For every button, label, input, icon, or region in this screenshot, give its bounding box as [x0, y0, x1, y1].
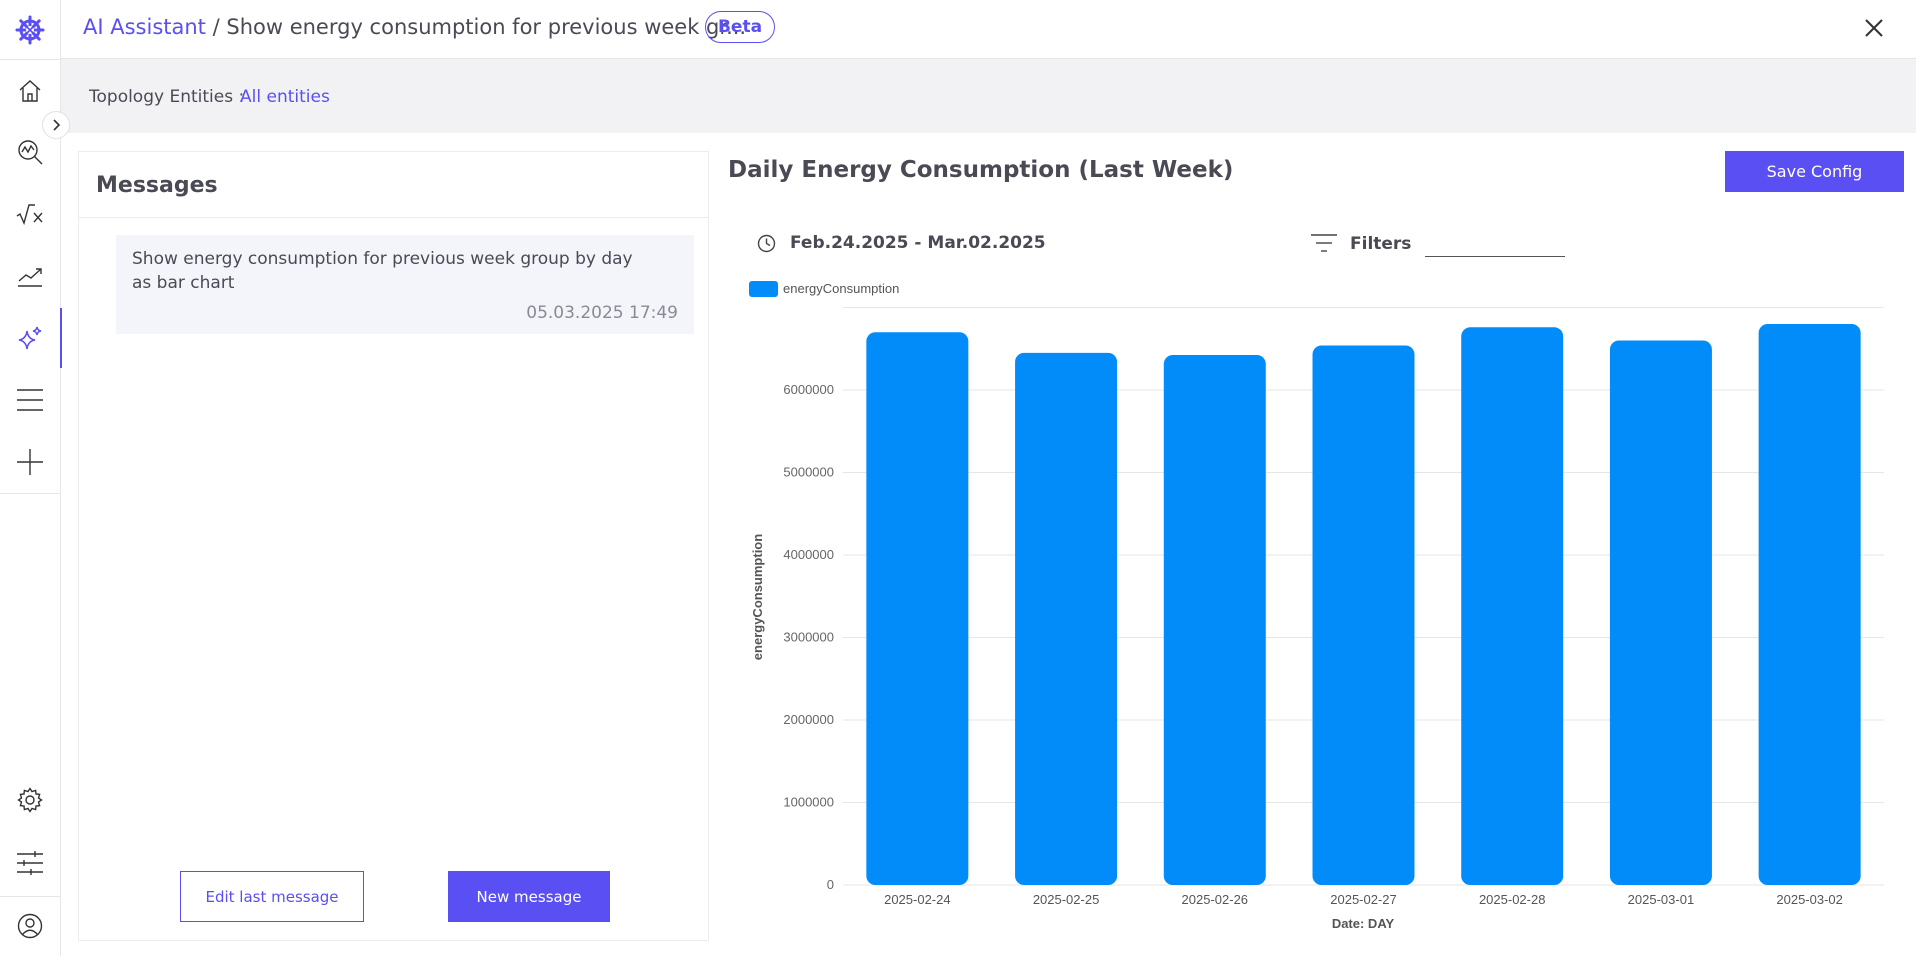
expand-sidebar-button[interactable]: [42, 111, 70, 139]
y-tick-label: 3000000: [783, 630, 834, 645]
x-tick-label: 2025-03-02: [1776, 892, 1843, 907]
bar: [1758, 324, 1861, 885]
legend-label: energyConsumption: [783, 281, 899, 296]
y-tick-label: 0: [827, 877, 834, 892]
x-tick-label: 2025-02-25: [1033, 892, 1100, 907]
chevron-right-icon: [53, 119, 61, 131]
bar: [1312, 345, 1415, 885]
bar: [866, 332, 969, 885]
y-tick-label: 5000000: [783, 465, 834, 480]
x-tick-label: 2025-03-01: [1628, 892, 1695, 907]
y-tick-label: 4000000: [783, 547, 834, 562]
bar: [1015, 352, 1118, 885]
bar: [1461, 327, 1564, 885]
y-tick-label: 2000000: [783, 712, 834, 727]
legend-swatch: [749, 281, 778, 297]
bar: [1163, 354, 1266, 885]
x-tick-label: 2025-02-24: [884, 892, 951, 907]
x-tick-label: 2025-02-27: [1330, 892, 1397, 907]
y-tick-label: 1000000: [783, 795, 834, 810]
y-tick-label: 6000000: [783, 382, 834, 397]
x-tick-label: 2025-02-28: [1479, 892, 1546, 907]
bar: [1609, 340, 1712, 885]
x-axis-title: Date: DAY: [1332, 916, 1395, 931]
bar-chart: 0 1000000 2000000 3000000 4000000 5000000 6000…: [749, 281, 1884, 931]
x-tick-label: 2025-02-26: [1182, 892, 1249, 907]
y-axis-title: energyConsumption: [750, 534, 765, 660]
